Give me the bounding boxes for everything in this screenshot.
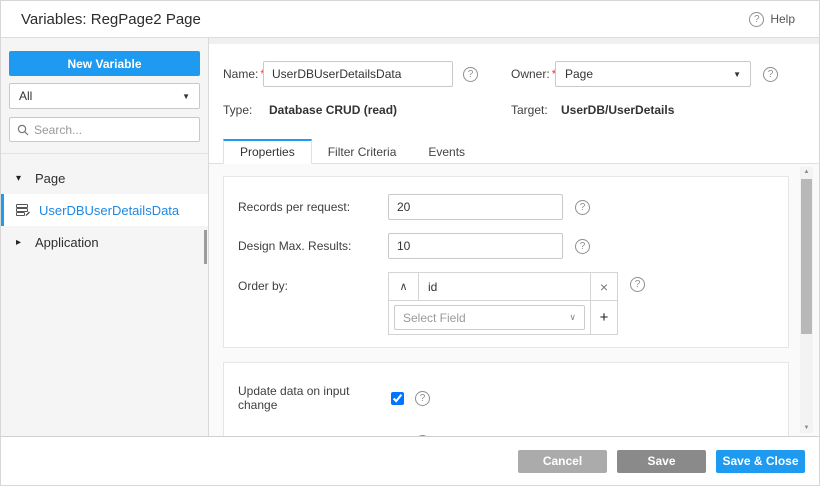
- tree-item-application[interactable]: ▸ Application: [1, 226, 208, 258]
- page-title: Variables: RegPage2 Page: [21, 11, 201, 28]
- design-max-results-row: Design Max. Results: ?: [238, 233, 774, 259]
- save-and-close-button[interactable]: Save & Close: [716, 450, 805, 473]
- order-by-add-row: Select Field ∨ +: [389, 301, 617, 334]
- variable-search-box: [9, 117, 200, 142]
- design-max-results-input[interactable]: [388, 233, 563, 259]
- chevron-up-icon: ∧: [399, 280, 407, 293]
- behavior-settings-card: Update data on input change ? Request da…: [223, 362, 789, 436]
- caret-down-icon: ▼: [733, 70, 741, 79]
- tree-item-label: UserDBUserDetailsData: [39, 203, 179, 218]
- name-help-icon[interactable]: ?: [463, 67, 478, 82]
- tab-filter-criteria[interactable]: Filter Criteria: [312, 139, 413, 164]
- order-by-widget: ∧ id × Select Field ∨: [388, 272, 618, 335]
- variable-filter-value: All: [19, 89, 32, 103]
- scrollbar-up-arrow[interactable]: ▲: [800, 167, 813, 177]
- variable-meta-form: Name:* ? Owner:* Page ▼ ?: [209, 44, 819, 125]
- name-group: Name:* ?: [223, 61, 511, 87]
- add-field-button[interactable]: +: [590, 301, 617, 334]
- select-field-dropdown[interactable]: Select Field ∨: [394, 305, 585, 330]
- update-on-input-change-checkbox[interactable]: [391, 392, 404, 405]
- records-per-request-input[interactable]: [388, 194, 563, 220]
- records-per-request-row: Records per request: ?: [238, 194, 774, 220]
- type-target-row: Type: Database CRUD (read) Target: UserD…: [223, 95, 805, 125]
- order-by-row: Order by: ∧ id × Select Field: [238, 272, 774, 335]
- type-value: Database CRUD (read): [269, 103, 397, 117]
- properties-tab-panel: Records per request: ? Design Max. Resul…: [209, 164, 819, 436]
- records-per-request-label: Records per request:: [238, 200, 388, 214]
- help-button[interactable]: ? Help: [749, 12, 795, 27]
- help-circle-icon: ?: [749, 12, 764, 27]
- name-owner-row: Name:* ? Owner:* Page ▼ ?: [223, 59, 805, 89]
- save-button[interactable]: Save: [617, 450, 706, 473]
- target-group: Target: UserDB/UserDetails: [511, 103, 674, 117]
- dialog-body: New Variable All ▼ ▾ Page: [1, 38, 819, 436]
- type-label: Type:: [223, 103, 269, 117]
- caret-down-icon: ▼: [182, 92, 190, 101]
- design-max-results-label: Design Max. Results:: [238, 239, 388, 253]
- owner-select[interactable]: Page ▼: [555, 61, 751, 87]
- database-variable-icon: [16, 204, 30, 216]
- detail-tabs: Properties Filter Criteria Events: [209, 138, 819, 164]
- update-on-change-help-icon[interactable]: ?: [415, 391, 430, 406]
- variable-detail-panel: Name:* ? Owner:* Page ▼ ?: [209, 44, 819, 436]
- update-on-input-change-label: Update data on input change: [238, 384, 391, 412]
- type-group: Type: Database CRUD (read): [223, 103, 511, 117]
- owner-help-icon[interactable]: ?: [763, 67, 778, 82]
- data-settings-card: Records per request: ? Design Max. Resul…: [223, 176, 789, 348]
- search-input[interactable]: [34, 123, 192, 137]
- tree-item-page[interactable]: ▾ Page: [1, 162, 208, 194]
- search-icon: [17, 124, 29, 136]
- order-by-label: Order by:: [238, 272, 388, 293]
- name-input[interactable]: [263, 61, 453, 87]
- properties-scrollbar[interactable]: ▲ ▼: [800, 167, 813, 433]
- variables-dialog: Variables: RegPage2 Page ? Help New Vari…: [0, 0, 820, 486]
- variable-filter-select[interactable]: All ▼: [9, 83, 200, 109]
- order-by-selected-row: ∧ id ×: [389, 273, 617, 301]
- target-value: UserDB/UserDetails: [561, 103, 674, 117]
- request-on-page-load-label: Request data on page load: [238, 436, 391, 437]
- variables-sidebar: New Variable All ▼ ▾ Page: [1, 38, 209, 436]
- owner-group: Owner:* Page ▼ ?: [511, 61, 778, 87]
- tab-events[interactable]: Events: [412, 139, 481, 164]
- order-by-field-value: id: [419, 273, 590, 300]
- tree-item-label: Application: [35, 235, 99, 250]
- owner-label: Owner:*: [511, 67, 555, 81]
- cancel-button[interactable]: Cancel: [518, 450, 607, 473]
- caret-right-icon[interactable]: ▸: [16, 237, 26, 248]
- update-on-input-change-row: Update data on input change ?: [238, 384, 774, 412]
- max-results-help-icon[interactable]: ?: [575, 239, 590, 254]
- dialog-footer: Cancel Save Save & Close: [1, 436, 819, 485]
- tab-properties[interactable]: Properties: [223, 139, 312, 164]
- new-variable-button[interactable]: New Variable: [9, 51, 200, 76]
- caret-down-icon[interactable]: ▾: [16, 173, 26, 184]
- sidebar-scrollbar-thumb[interactable]: [204, 230, 207, 264]
- select-field-placeholder: Select Field: [403, 311, 466, 325]
- chevron-down-icon: ∨: [569, 312, 576, 323]
- tree-item-userdbuserdetailsdata[interactable]: UserDBUserDetailsData: [1, 194, 208, 226]
- remove-field-button[interactable]: ×: [590, 273, 617, 300]
- variables-tree: ▾ Page UserDBUserDetailsData ▸ Applicati…: [1, 154, 208, 258]
- name-label: Name:*: [223, 67, 263, 81]
- owner-selected-value: Page: [565, 67, 593, 81]
- plus-icon: +: [600, 309, 609, 326]
- tree-item-label: Page: [35, 171, 65, 186]
- order-by-help-icon[interactable]: ?: [630, 277, 645, 292]
- dialog-header: Variables: RegPage2 Page ? Help: [1, 1, 819, 38]
- records-help-icon[interactable]: ?: [575, 200, 590, 215]
- request-on-load-help-icon[interactable]: ?: [415, 435, 430, 436]
- scrollbar-thumb[interactable]: [801, 179, 812, 334]
- select-field-wrap: Select Field ∨: [389, 301, 590, 334]
- target-label: Target:: [511, 103, 561, 117]
- help-label: Help: [770, 12, 795, 26]
- scrollbar-down-arrow[interactable]: ▼: [800, 423, 813, 433]
- request-on-page-load-row: Request data on page load ?: [238, 435, 774, 436]
- close-icon: ×: [600, 279, 608, 295]
- sort-direction-button[interactable]: ∧: [389, 273, 419, 300]
